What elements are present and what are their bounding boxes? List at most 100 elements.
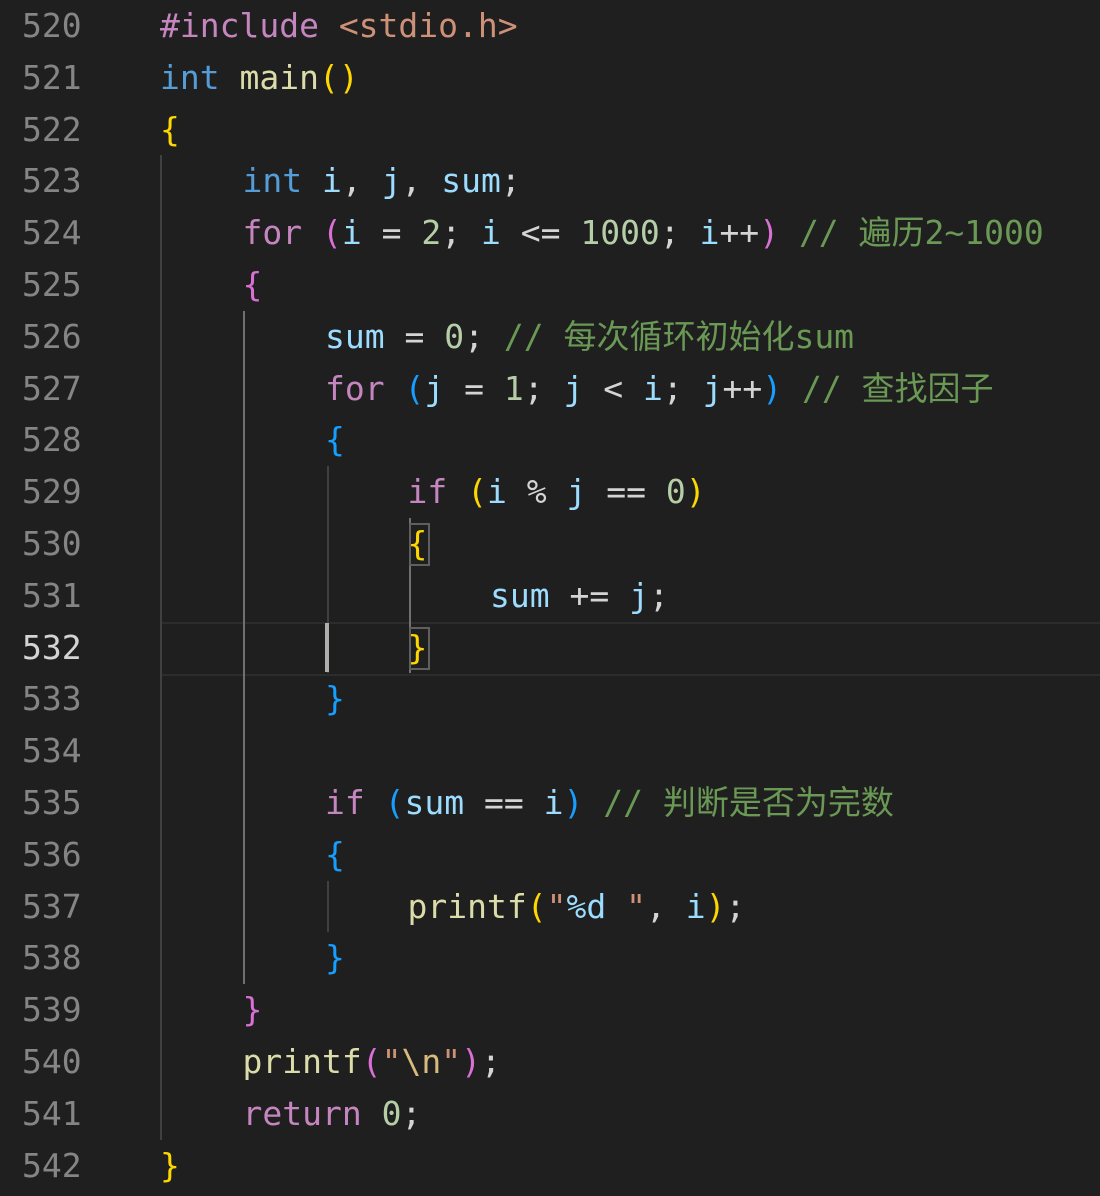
code-token: } bbox=[242, 990, 263, 1030]
text-cursor bbox=[325, 622, 329, 673]
code-token: j bbox=[381, 161, 402, 201]
code-line[interactable]: 536 { bbox=[0, 829, 1100, 881]
code-text[interactable]: for (j = 1; j < i; j++) // 查找因子 bbox=[325, 363, 994, 415]
code-line[interactable]: 532} bbox=[0, 621, 1100, 676]
line-number: 521 bbox=[22, 57, 82, 97]
code-text[interactable]: { bbox=[325, 414, 345, 466]
code-token: { bbox=[325, 420, 345, 460]
code-token: for bbox=[325, 368, 385, 408]
code-token: i bbox=[685, 886, 706, 926]
code-line[interactable]: 531 sum += j; bbox=[0, 570, 1100, 622]
code-token: " bbox=[441, 1042, 462, 1081]
code-token: int bbox=[160, 57, 220, 97]
code-token: printf bbox=[242, 1042, 362, 1081]
code-token: i bbox=[642, 368, 663, 408]
code-token: if bbox=[325, 783, 365, 822]
code-line[interactable]: 527 for (j = 1; j < i; j++) // 查找因子 bbox=[0, 363, 1100, 415]
code-token: ; bbox=[648, 575, 669, 615]
code-line[interactable]: 526 sum = 0; // 每次循环初始化sum bbox=[0, 311, 1100, 363]
line-number: 535 bbox=[22, 783, 82, 822]
code-token: j bbox=[629, 575, 649, 615]
code-token: ; bbox=[662, 368, 703, 408]
code-token: == bbox=[586, 472, 666, 512]
indent-guide bbox=[160, 155, 162, 1140]
code-text[interactable]: return 0; bbox=[243, 1088, 422, 1140]
code-token: #include bbox=[160, 6, 339, 45]
line-number: 542 bbox=[22, 1145, 82, 1185]
indent-guide bbox=[327, 880, 329, 933]
code-line[interactable]: 539} bbox=[0, 984, 1100, 1036]
code-token: ; bbox=[523, 368, 564, 408]
code-text[interactable]: sum += j; bbox=[490, 570, 669, 622]
code-token: sum bbox=[490, 575, 550, 615]
code-text[interactable]: { bbox=[243, 259, 263, 311]
code-token: j bbox=[563, 368, 584, 408]
code-token: ; bbox=[401, 1093, 422, 1133]
code-line[interactable]: 537 printf("%d ", i); bbox=[0, 881, 1100, 933]
code-token: i bbox=[480, 213, 501, 253]
code-line[interactable]: 520 #include <stdio.h> bbox=[0, 0, 1100, 52]
line-number: 529 bbox=[22, 472, 82, 512]
code-token: } bbox=[325, 679, 345, 719]
code-text[interactable]: int main() bbox=[160, 52, 359, 104]
code-token: sum bbox=[441, 161, 501, 201]
code-line[interactable]: 525 { bbox=[0, 259, 1100, 311]
code-text[interactable]: int i, j, sum; bbox=[243, 155, 521, 207]
code-token: j bbox=[424, 368, 445, 408]
code-text[interactable]: { bbox=[160, 104, 180, 156]
code-token: ( bbox=[467, 472, 487, 512]
code-token: printf bbox=[407, 886, 527, 926]
code-token: // 查找因子 bbox=[801, 368, 994, 408]
line-number: 534 bbox=[22, 731, 82, 771]
code-line[interactable]: 529 if (i % j == 0) bbox=[0, 466, 1100, 518]
code-text[interactable]: } bbox=[325, 932, 345, 984]
line-number: 527 bbox=[22, 368, 82, 408]
code-token: { bbox=[160, 109, 180, 149]
code-token: 0 bbox=[665, 472, 686, 512]
code-token: 0 bbox=[381, 1093, 402, 1133]
code-text[interactable]: printf("\n"); bbox=[243, 1036, 501, 1088]
code-token: ; bbox=[441, 213, 481, 253]
code-token: <stdio.h> bbox=[338, 6, 518, 45]
code-text[interactable]: } bbox=[243, 984, 263, 1036]
code-text[interactable]: #include <stdio.h> bbox=[160, 0, 518, 52]
code-text[interactable]: } bbox=[325, 673, 345, 725]
code-text[interactable]: } bbox=[160, 1140, 180, 1192]
code-editor[interactable]: 520 #include <stdio.h> 521 int main() 522{52… bbox=[0, 0, 1100, 1196]
code-line[interactable]: 533} bbox=[0, 673, 1100, 725]
code-token: // 每次循环初始化sum bbox=[503, 316, 855, 356]
code-line[interactable]: 522 { bbox=[0, 104, 1100, 156]
code-text[interactable]: for (i = 2; i <= 1000; i++) // 遍历2~1000 bbox=[243, 207, 1044, 259]
code-text[interactable]: { bbox=[325, 829, 345, 881]
code-token: // 遍历2~1000 bbox=[798, 213, 1044, 253]
code-line[interactable]: 538} bbox=[0, 932, 1100, 984]
code-line[interactable]: 528 { bbox=[0, 414, 1100, 466]
code-line[interactable]: 535 if (sum == i) // 判断是否为完数 bbox=[0, 777, 1100, 829]
code-line[interactable]: 530{ bbox=[0, 518, 1100, 570]
code-line[interactable]: 541 return 0; bbox=[0, 1088, 1100, 1140]
line-number: 541 bbox=[22, 1093, 82, 1133]
line-number: 530 bbox=[22, 524, 82, 563]
line-number: 532 bbox=[22, 627, 82, 667]
code-token: ++ bbox=[719, 213, 760, 253]
code-line[interactable]: 540 printf("\n"); bbox=[0, 1036, 1100, 1088]
code-line[interactable]: 521 int main() bbox=[0, 52, 1100, 104]
code-line[interactable]: 523 int i, j, sum; bbox=[0, 155, 1100, 207]
code-text[interactable]: if (sum == i) // 判断是否为完数 bbox=[325, 777, 894, 829]
code-text[interactable]: printf("%d ", i); bbox=[408, 881, 746, 933]
code-token: { bbox=[325, 834, 345, 874]
code-token: return bbox=[242, 1093, 362, 1133]
code-token: i bbox=[341, 213, 362, 253]
code-token: ) bbox=[705, 886, 726, 926]
line-number: 526 bbox=[22, 316, 82, 356]
code-token: ( bbox=[404, 368, 425, 408]
code-text[interactable]: sum = 0; // 每次循环初始化sum bbox=[325, 311, 854, 363]
code-token: } bbox=[325, 938, 345, 978]
code-text[interactable]: if (i % j == 0) bbox=[408, 466, 706, 518]
code-line[interactable]: 524 for (i = 2; i <= 1000; i++) // 遍历2~10… bbox=[0, 207, 1100, 259]
code-line[interactable]: 534 bbox=[0, 725, 1100, 777]
code-line[interactable]: 542} bbox=[0, 1140, 1100, 1192]
